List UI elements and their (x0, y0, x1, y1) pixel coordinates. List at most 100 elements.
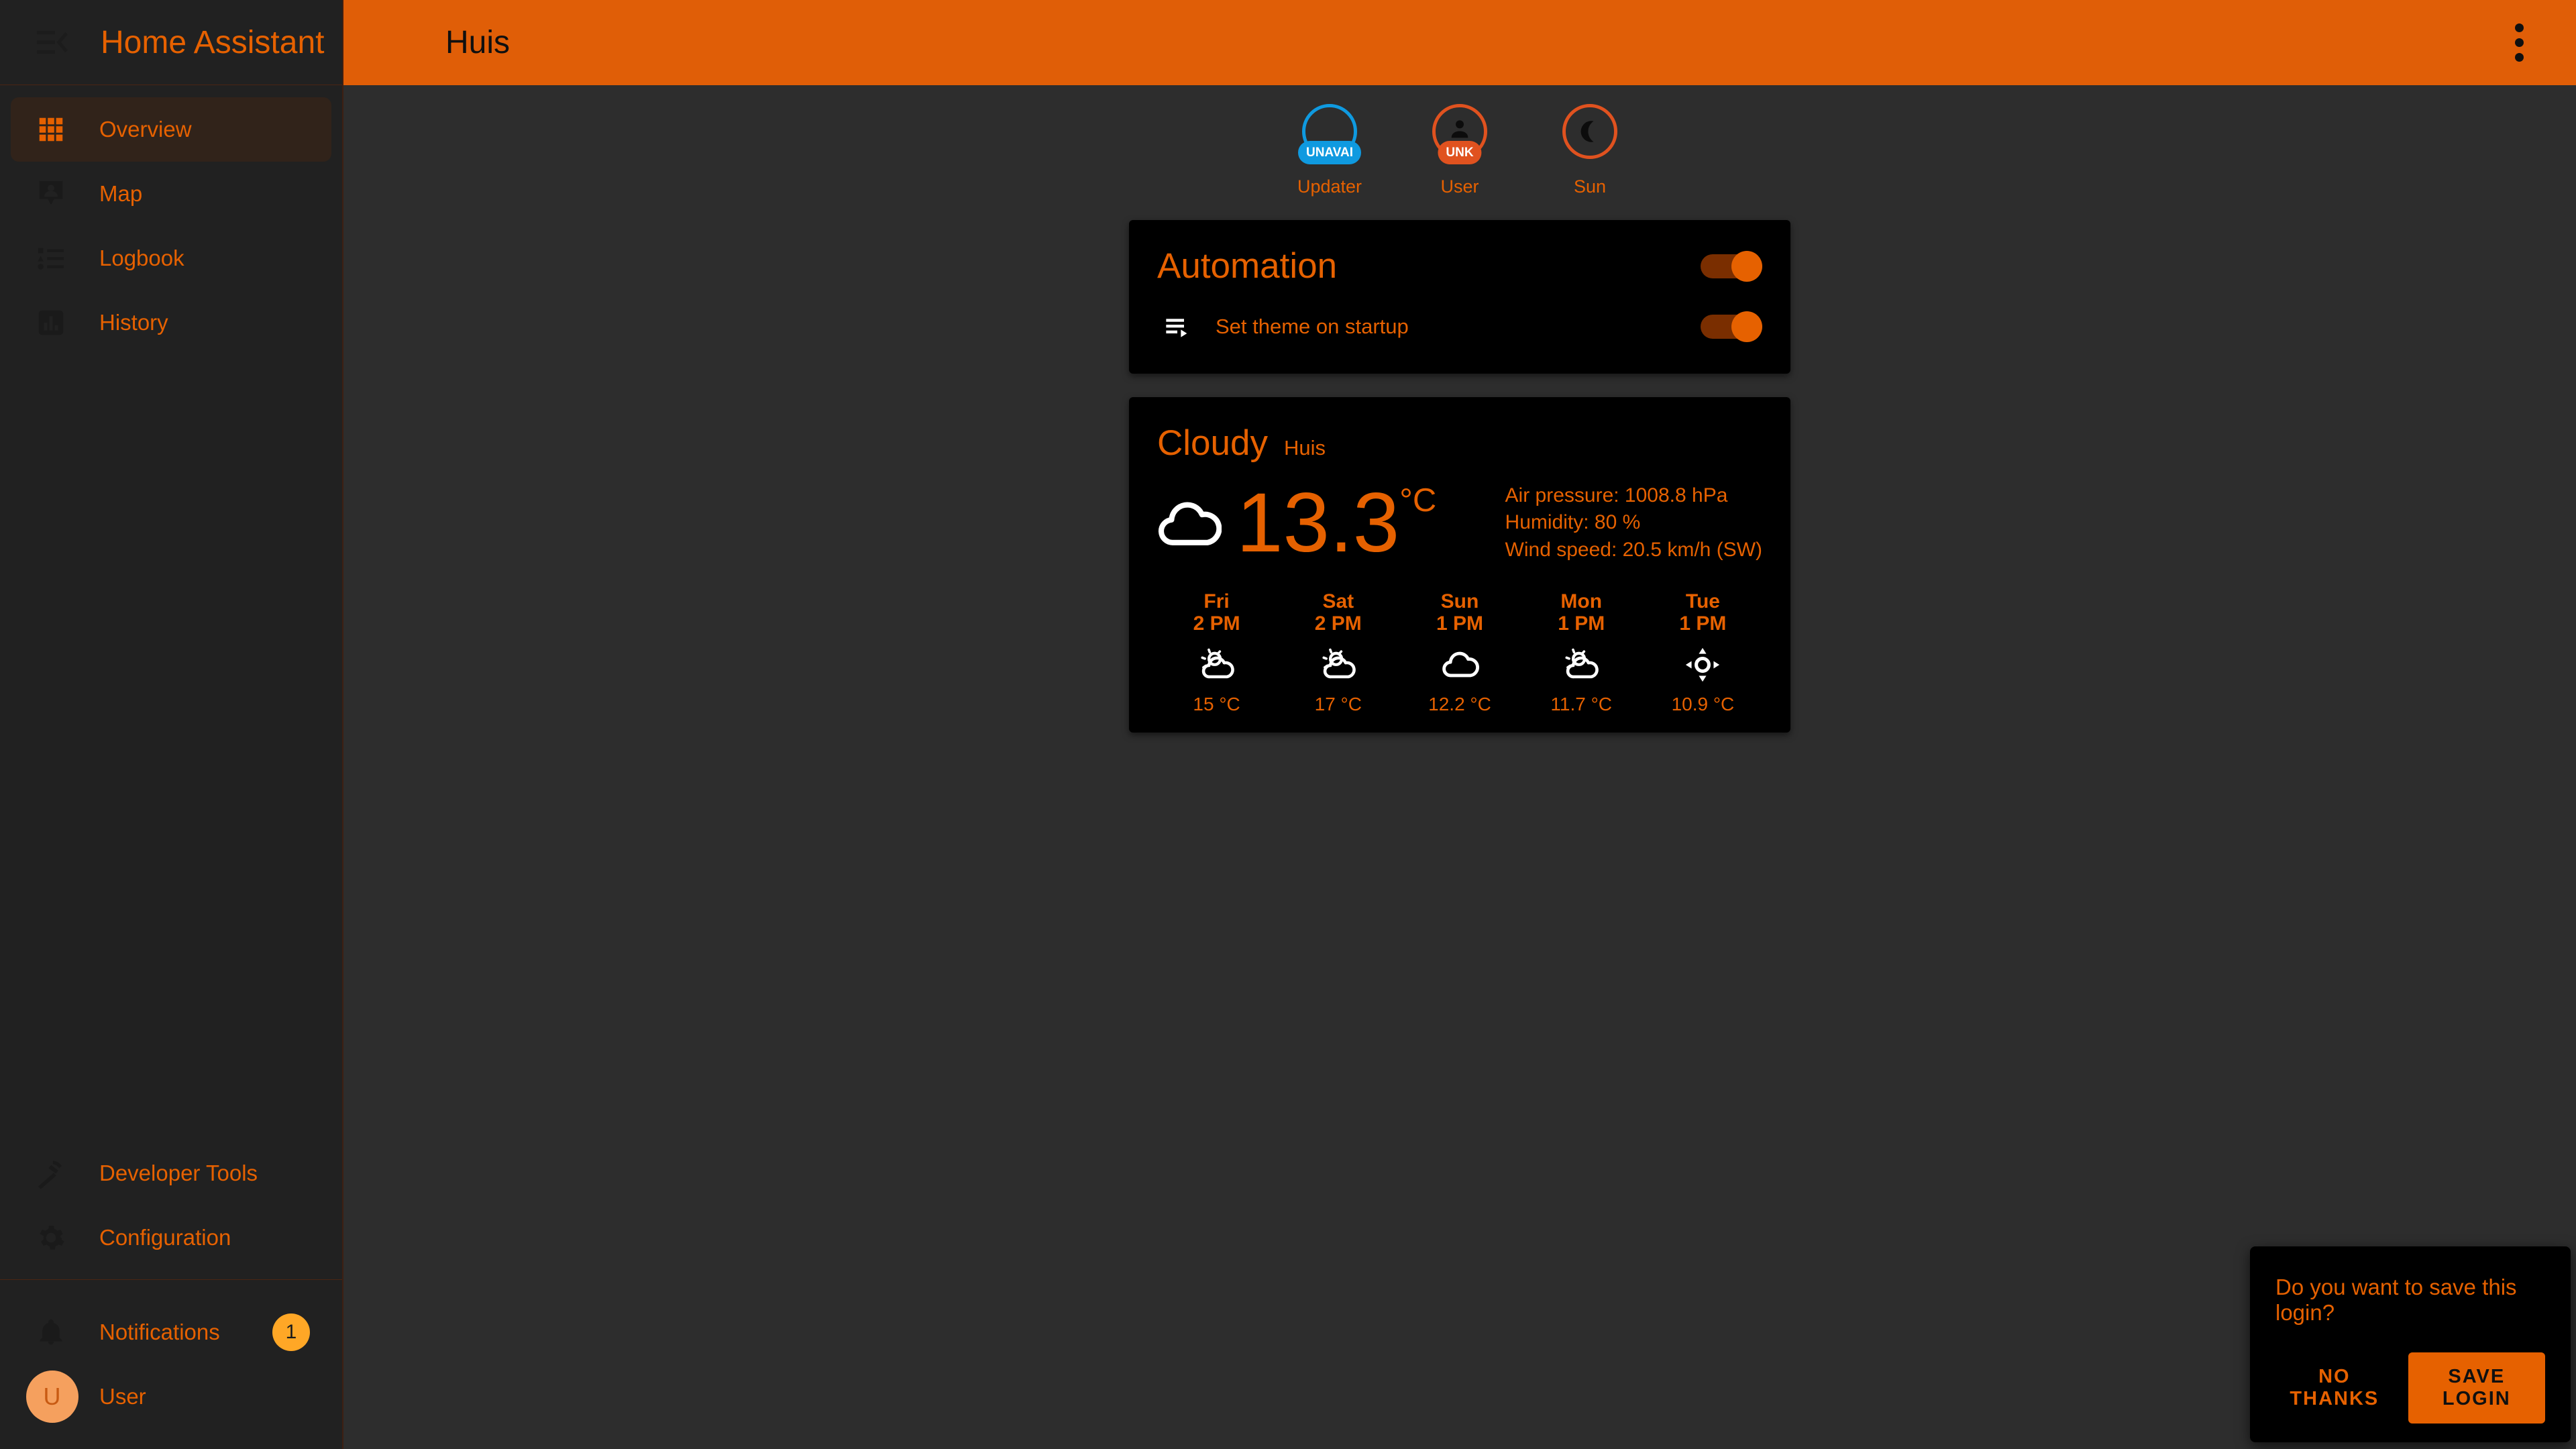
badge-circle: UNAVAI (1297, 104, 1362, 164)
automation-row-label: Set theme on startup (1216, 315, 1409, 338)
weather-location: Huis (1283, 436, 1326, 460)
weather-card: Cloudy Huis 13.3 °C Air pressure: 1008.8… (1129, 397, 1790, 733)
badge-sun[interactable]: Sun (1540, 104, 1640, 197)
forecast-temp: 17 °C (1314, 694, 1362, 714)
partly-cloudy-icon (1562, 644, 1601, 686)
moon-crescent-icon (1576, 117, 1604, 146)
badge-label: Sun (1573, 176, 1607, 197)
badge-circle (1562, 104, 1617, 159)
no-thanks-button[interactable]: NO THANKS (2275, 1356, 2394, 1419)
sidebar-item-user[interactable]: U User (11, 1364, 331, 1429)
sunny-icon (1683, 644, 1722, 686)
home-assistant-app: Home Assistant Overview Map Logbook Hist… (0, 0, 2576, 1449)
weather-condition: Cloudy (1157, 423, 1268, 463)
forecast-time: 2 PM (1314, 612, 1362, 635)
sidebar: Home Assistant Overview Map Logbook Hist… (0, 0, 343, 1449)
sidebar-item-label: Map (99, 181, 143, 206)
cloud-icon (1440, 644, 1479, 686)
forecast-temp: 15 °C (1193, 694, 1240, 714)
chart-box-icon (27, 299, 75, 347)
partly-cloudy-icon (1197, 644, 1236, 686)
forecast-time: 1 PM (1436, 612, 1484, 635)
save-login-actions: NO THANKS SAVE LOGIN (2275, 1352, 2545, 1424)
bell-icon (27, 1308, 75, 1356)
app-topbar: Huis (343, 0, 2576, 85)
dot (2514, 23, 2524, 32)
forecast-time: 2 PM (1193, 612, 1240, 635)
weather-forecast: Fri 2 PM 15 °C Sat 2 PM 17 °C Sun 1 PM 1… (1129, 565, 1790, 715)
forecast-day: Sat (1322, 590, 1354, 612)
sidebar-item-developer-tools[interactable]: Developer Tools (11, 1141, 331, 1205)
forecast-item: Sat 2 PM 17 °C (1277, 590, 1399, 715)
forecast-temp: 12.2 °C (1428, 694, 1491, 714)
sidebar-item-label: Configuration (99, 1225, 231, 1250)
weather-current: 13.3 °C (1157, 481, 1436, 565)
forecast-temp: 10.9 °C (1671, 694, 1735, 714)
dot (2514, 38, 2524, 47)
dots-vertical-icon[interactable] (2489, 13, 2549, 73)
avatar-initial: U (25, 1371, 78, 1423)
weather-temperature-unit: °C (1399, 482, 1437, 519)
playlist-play-icon (1157, 313, 1197, 340)
dashboard-content: UNAVAI Updater UNK User Sun Automation S… (343, 85, 2576, 1449)
weather-attributes: Air pressure: 1008.8 hPa Humidity: 80 % … (1505, 482, 1762, 564)
automation-row[interactable]: Set theme on startup (1129, 292, 1790, 362)
forecast-item: Tue 1 PM 10.9 °C (1642, 590, 1764, 715)
weather-header: Cloudy Huis (1129, 417, 1790, 464)
sidebar-item-overview[interactable]: Overview (11, 97, 331, 162)
main-area: Huis UNAVAI Updater UNK User Sun Automat… (343, 0, 2576, 1449)
automation-header-toggle[interactable] (1701, 250, 1762, 282)
sidebar-item-label: Logbook (99, 246, 184, 270)
forecast-time: 1 PM (1679, 612, 1727, 635)
forecast-item: Mon 1 PM 11.7 °C (1521, 590, 1642, 715)
weather-attr-pressure: Air pressure: 1008.8 hPa (1505, 484, 1728, 506)
forecast-day: Mon (1560, 590, 1603, 612)
automation-row-toggle[interactable] (1701, 311, 1762, 342)
automation-card-header: Automation (1129, 235, 1790, 292)
sidebar-item-label: History (99, 310, 168, 335)
badge-state: UNK (1438, 141, 1482, 164)
weather-body: 13.3 °C Air pressure: 1008.8 hPa Humidit… (1129, 464, 1790, 565)
badge-state: UNAVAI (1297, 141, 1362, 164)
badge-user[interactable]: UNK User (1409, 104, 1510, 197)
forecast-time: 1 PM (1558, 612, 1605, 635)
forecast-temp: 11.7 °C (1550, 694, 1613, 714)
weather-temperature: 13.3 (1236, 476, 1400, 570)
badge-label: User (1440, 176, 1479, 197)
account-icon (1446, 120, 1473, 143)
dot (2514, 53, 2524, 62)
menu-close-icon[interactable] (20, 10, 85, 74)
format-list-bulleted-type-icon (27, 234, 75, 282)
sidebar-item-label: Notifications (99, 1320, 220, 1344)
sidebar-item-label: Developer Tools (99, 1161, 258, 1185)
badge-label: Updater (1297, 176, 1362, 197)
sidebar-user-section: Notifications 1 U User (0, 1280, 342, 1449)
automation-card: Automation Set theme on startup (1129, 220, 1790, 374)
page-title: Huis (445, 25, 511, 60)
save-login-dialog: Do you want to save this login? NO THANK… (2250, 1246, 2571, 1442)
badge-updater[interactable]: UNAVAI Updater (1279, 104, 1380, 197)
weather-attr-wind: Wind speed: 20.5 km/h (SW) (1505, 538, 1762, 561)
toggle-thumb (1731, 311, 1762, 342)
weather-attr-humidity: Humidity: 80 % (1505, 511, 1641, 534)
toggle-thumb (1731, 250, 1762, 282)
sidebar-item-label: User (99, 1384, 146, 1409)
sidebar-header: Home Assistant (0, 0, 342, 85)
automation-card-title: Automation (1157, 246, 1338, 286)
save-login-message: Do you want to save this login? (2275, 1275, 2517, 1325)
sidebar-item-logbook[interactable]: Logbook (11, 226, 331, 290)
sidebar-title: Home Assistant (101, 24, 325, 60)
forecast-item: Fri 2 PM 15 °C (1156, 590, 1277, 715)
sidebar-item-map[interactable]: Map (11, 162, 331, 226)
sidebar-item-configuration[interactable]: Configuration (11, 1205, 331, 1270)
badge-circle: UNK (1432, 104, 1487, 164)
sidebar-bottom-nav: Developer Tools Configuration (0, 1141, 342, 1270)
badge-row: UNAVAI Updater UNK User Sun (343, 85, 2576, 197)
map-marker-account-icon (27, 170, 75, 218)
sidebar-item-notifications[interactable]: Notifications 1 (11, 1300, 331, 1364)
save-login-button[interactable]: SAVE LOGIN (2408, 1352, 2545, 1424)
forecast-day: Tue (1685, 590, 1720, 612)
gear-icon (27, 1214, 75, 1262)
hammer-icon (27, 1149, 75, 1197)
sidebar-item-history[interactable]: History (11, 290, 331, 355)
